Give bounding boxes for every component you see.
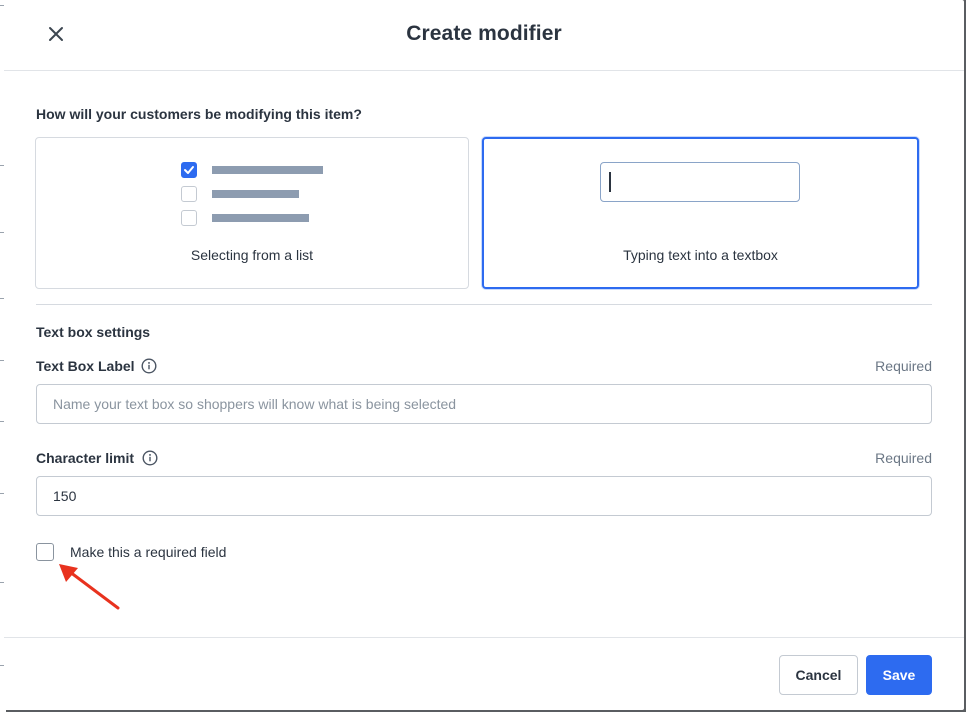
checked-checkbox-illustration [181,162,197,178]
save-button[interactable]: Save [866,655,932,695]
required-indicator: Required [875,358,932,374]
required-field-checkbox[interactable] [36,543,54,561]
info-icon[interactable] [141,358,157,374]
text-box-settings-heading: Text box settings [36,324,151,340]
character-limit-input[interactable] [36,476,932,516]
list-illustration-bar [212,190,299,198]
section-divider [36,304,932,305]
option-type-into-textbox[interactable]: Typing text into a textbox [482,137,919,289]
textbox-illustration [600,162,800,202]
list-illustration-bar [212,166,323,174]
unchecked-checkbox-illustration [181,210,197,226]
character-limit-label: Character limit [36,450,135,466]
text-box-label-label: Text Box Label [36,358,135,374]
info-icon[interactable] [142,450,158,466]
required-field-label[interactable]: Make this a required field [70,544,226,560]
unchecked-checkbox-illustration [181,186,197,202]
text-caret-illustration [609,172,611,192]
option-select-from-list[interactable]: Selecting from a list [35,137,469,289]
dialog-title: Create modifier [406,22,562,45]
checkmark-icon [184,166,194,174]
create-modifier-dialog: Create modifier How will your customers … [4,0,964,710]
list-illustration-bar [212,214,309,222]
option-label: Typing text into a textbox [623,247,778,263]
required-indicator: Required [875,450,932,466]
text-box-label-input[interactable] [36,384,932,424]
modification-question: How will your customers be modifying thi… [36,106,362,122]
annotation-arrow-icon [59,564,120,610]
cancel-button[interactable]: Cancel [779,655,858,695]
option-label: Selecting from a list [190,247,314,263]
dialog-header: Create modifier [4,0,964,71]
dialog-footer: Cancel Save [4,637,964,710]
